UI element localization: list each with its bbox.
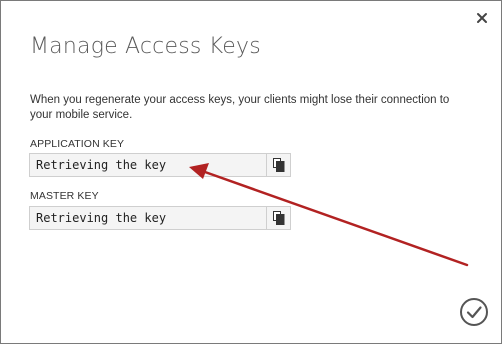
master-key-field (29, 206, 291, 230)
copy-icon (272, 158, 284, 172)
close-button[interactable] (474, 10, 490, 26)
dialog-title: Manage Access Keys (30, 34, 261, 59)
copy-application-key-button[interactable] (266, 154, 290, 176)
copy-icon (272, 211, 284, 225)
application-key-label: APPLICATION KEY (30, 138, 125, 150)
application-key-input[interactable] (30, 154, 267, 176)
checkmark-circle-icon (460, 298, 488, 326)
close-icon (477, 13, 487, 23)
application-key-field (29, 153, 291, 177)
ok-button[interactable] (459, 297, 489, 327)
copy-master-key-button[interactable] (266, 207, 290, 229)
dialog-description: When you regenerate your access keys, yo… (30, 94, 450, 121)
master-key-label: MASTER KEY (30, 190, 99, 202)
master-key-input[interactable] (30, 207, 267, 229)
manage-access-keys-dialog: Manage Access Keys When you regenerate y… (0, 0, 502, 344)
